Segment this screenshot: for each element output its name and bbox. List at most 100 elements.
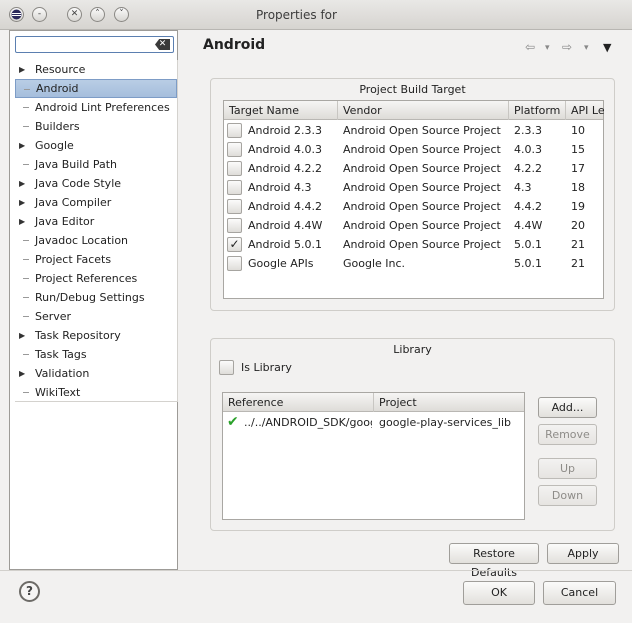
add-library-button[interactable]: Add... [538,397,597,418]
tree-item-google[interactable]: ▶ Google [15,136,177,155]
build-target-row[interactable]: Android 2.3.3 Android Open Source Project… [224,121,603,140]
cancel-button[interactable]: Cancel [543,581,616,605]
down-button[interactable]: Down [538,485,597,506]
tree-item-label: Java Editor [35,215,95,228]
expand-arrow-icon[interactable]: ▶ [19,193,25,212]
build-target-row[interactable]: ✓ Android 5.0.1 Android Open Source Projec… [224,235,603,254]
tree-item-run-debug-settings[interactable]: Run/Debug Settings [15,288,177,307]
tree-item-resource[interactable]: ▶ Resource [15,60,177,79]
target-name-cell: Android 4.0.3 [248,143,323,156]
expand-arrow-icon[interactable]: ▶ [19,174,25,193]
api-level-cell: 19 [571,200,585,213]
tree-item-task-tags[interactable]: Task Tags [15,345,177,364]
tree-connector [23,316,29,317]
back-dropdown-icon[interactable]: ▾ [545,43,550,53]
tree-item-label: Java Code Style [35,177,122,190]
tree-connector [23,107,29,108]
forward-icon[interactable]: ⇨ [562,40,572,54]
is-library-checkbox[interactable]: Is Library [219,360,339,377]
api-level-cell: 15 [571,143,585,156]
back-icon[interactable]: ⇦ [525,40,535,54]
tree-connector [23,126,29,127]
tree-item-java-editor[interactable]: ▶ Java Editor [15,212,177,231]
tree-item-label: WikiText [35,386,81,399]
tree-item-java-compiler[interactable]: ▶ Java Compiler [15,193,177,212]
vendor-cell: Android Open Source Project [343,238,501,251]
checkbox-icon[interactable] [227,256,242,271]
tree-item-label: Google [35,139,74,152]
tree-item-android-lint-preferences[interactable]: Android Lint Preferences [15,98,177,117]
library-row[interactable]: ✔ ../../ANDROID_SDK/google google-play-ser… [223,413,524,432]
up-button[interactable]: Up [538,458,597,479]
forward-dropdown-icon[interactable]: ▾ [584,43,589,53]
tree-connector [23,278,29,279]
column-target-name[interactable]: Target Name [224,101,338,120]
view-menu-icon[interactable]: ▼ [603,41,611,54]
checkbox-icon[interactable] [227,199,242,214]
is-library-check-box[interactable] [219,360,234,375]
preferences-tree: ▶ Resource Android Android Lint Preferences… [15,60,178,402]
restore-defaults-button[interactable]: Restore Defaults [449,543,539,579]
remove-library-button[interactable]: Remove [538,424,597,445]
tree-item-label: Project Facets [35,253,112,266]
filter-input[interactable]: ✕ [15,36,174,53]
expand-arrow-icon[interactable]: ▶ [19,326,25,345]
tree-item-android[interactable]: Android [15,79,177,98]
checkbox-icon[interactable] [227,180,242,195]
build-target-row[interactable]: Android 4.3 Android Open Source Project 4.… [224,178,603,197]
vendor-cell: Android Open Source Project [343,219,501,232]
tree-item-project-references[interactable]: Project References [15,269,177,288]
build-target-row[interactable]: Android 4.2.2 Android Open Source Project… [224,159,603,178]
library-title: Library [393,343,432,356]
preferences-tree-panel: ✕ ▶ Resource Android Android Lint Preferenc… [9,30,178,570]
tree-item-validation[interactable]: ▶ Validation [15,364,177,383]
expand-arrow-icon[interactable]: ▶ [19,60,25,79]
close-icon[interactable]: ✕ [67,7,82,22]
tree-item-builders[interactable]: Builders [15,117,177,136]
tree-item-javadoc-location[interactable]: Javadoc Location [15,231,177,250]
expand-arrow-icon[interactable]: ▶ [19,212,25,231]
build-target-row[interactable]: Android 4.4.2 Android Open Source Project… [224,197,603,216]
maximize-icon[interactable]: ˄ [90,7,105,22]
tree-item-project-facets[interactable]: Project Facets [15,250,177,269]
window-menu-icon[interactable] [9,7,24,22]
apply-button[interactable]: Apply [547,543,619,564]
target-name-cell: Google APIs [248,257,314,270]
expand-arrow-icon[interactable]: ▶ [19,364,25,383]
column-vendor[interactable]: Vendor [338,101,509,120]
platform-cell: 5.0.1 [514,238,542,251]
expand-arrow-icon[interactable]: ▶ [19,136,25,155]
column-api-level[interactable]: API Le [566,101,604,120]
checked-checkbox-icon[interactable]: ✓ [227,237,242,252]
tree-item-label: Project References [35,272,138,285]
tree-item-java-code-style[interactable]: ▶ Java Code Style [15,174,177,193]
build-target-row[interactable]: Google APIs Google Inc. 5.0.1 21 [224,254,603,273]
vendor-cell: Android Open Source Project [343,143,501,156]
library-group: Library Is Library Reference Project ✔..… [210,338,615,531]
reference-cell: ../../ANDROID_SDK/google [244,416,372,429]
tree-item-label: Builders [35,120,80,133]
tree-item-wikitext[interactable]: WikiText [15,383,177,402]
build-target-row[interactable]: Android 4.4W Android Open Source Project 4… [224,216,603,235]
tree-item-label: Task Tags [35,348,87,361]
shade-icon[interactable]: ˅ [114,7,129,22]
help-icon[interactable]: ? [19,581,40,602]
tree-item-server[interactable]: Server [15,307,177,326]
tree-item-task-repository[interactable]: ▶ Task Repository [15,326,177,345]
platform-cell: 4.4W [514,219,543,232]
clear-filter-icon[interactable]: ✕ [155,39,170,50]
ok-button[interactable]: OK [463,581,535,605]
column-reference[interactable]: Reference [223,393,374,412]
checkbox-icon[interactable] [227,123,242,138]
checkbox-icon[interactable] [227,218,242,233]
checkbox-icon[interactable] [227,161,242,176]
build-target-row[interactable]: Android 4.0.3 Android Open Source Project… [224,140,603,159]
target-name-cell: Android 4.4.2 [248,200,323,213]
tree-item-label: Java Build Path [35,158,118,171]
minimize-icon[interactable]: - [32,7,47,22]
column-platform[interactable]: Platform [509,101,566,120]
vendor-cell: Android Open Source Project [343,181,501,194]
checkbox-icon[interactable] [227,142,242,157]
tree-item-java-build-path[interactable]: Java Build Path [15,155,177,174]
column-project[interactable]: Project [374,393,525,412]
